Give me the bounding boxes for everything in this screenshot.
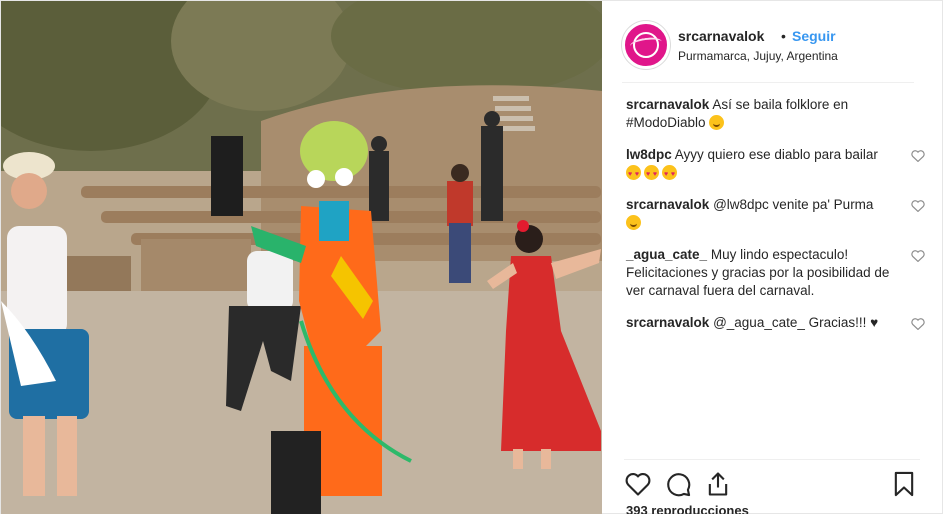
comment-username[interactable]: srcarnavalok (626, 197, 709, 212)
comments-list: srcarnavalok Así se baila folklore en #M… (626, 96, 926, 346)
comment-username[interactable]: _agua_cate_ (626, 247, 707, 262)
comment-like-heart-icon[interactable] (910, 250, 926, 262)
view-count[interactable]: 393 reproducciones (626, 503, 749, 514)
action-bar (624, 459, 920, 499)
comment-username[interactable]: lw8dpc (626, 147, 672, 162)
comment-item: srcarnavalok Así se baila folklore en #M… (626, 96, 926, 132)
comment-username[interactable]: srcarnavalok (626, 315, 709, 330)
yum-emoji-icon (626, 215, 641, 230)
post-video[interactable] (1, 1, 602, 514)
speech-bubble-icon[interactable] (664, 470, 692, 498)
video-frame (1, 1, 602, 514)
heart-eyes-emoji-icon (662, 165, 677, 184)
post-header: srcarnavalok • Seguir Purmamarca, Jujuy,… (622, 19, 914, 83)
comment-item: _agua_cate_ Muy lindo espectaculo! Felic… (626, 246, 926, 300)
comment-item: lw8dpc Ayyy quiero ese diablo para baila… (626, 146, 926, 184)
heart-outline-icon[interactable] (624, 470, 652, 498)
post-sidebar: srcarnavalok • Seguir Purmamarca, Jujuy,… (602, 1, 943, 514)
comment-item: srcarnavalok @lw8dpc venite pa' Purma (626, 196, 926, 232)
comment-like-heart-icon[interactable] (910, 318, 926, 330)
share-icon[interactable] (704, 470, 732, 498)
comment-text: @lw8dpc venite pa' Purma (713, 197, 874, 212)
comment-like-heart-icon[interactable] (910, 200, 926, 212)
separator-dot: • (781, 28, 786, 44)
comment-item: srcarnavalok @_agua_cate_ Gracias!!! ♥ (626, 314, 926, 332)
post-location[interactable]: Purmamarca, Jujuy, Argentina (678, 49, 838, 63)
avatar[interactable] (622, 21, 670, 69)
follow-button[interactable]: Seguir (792, 28, 836, 44)
instagram-post: srcarnavalok • Seguir Purmamarca, Jujuy,… (0, 0, 943, 514)
comment-text: Ayyy quiero ese diablo para bailar (674, 147, 878, 162)
yum-emoji-icon (709, 115, 725, 130)
bookmark-icon[interactable] (890, 470, 918, 498)
heart-eyes-emoji-icon (626, 165, 641, 184)
comment-username[interactable]: srcarnavalok (626, 97, 709, 112)
post-author-username[interactable]: srcarnavalok (678, 28, 764, 44)
comment-like-heart-icon[interactable] (910, 150, 926, 162)
heart-eyes-emoji-icon (644, 165, 659, 184)
comment-text: @_agua_cate_ Gracias!!! ♥ (713, 315, 879, 330)
